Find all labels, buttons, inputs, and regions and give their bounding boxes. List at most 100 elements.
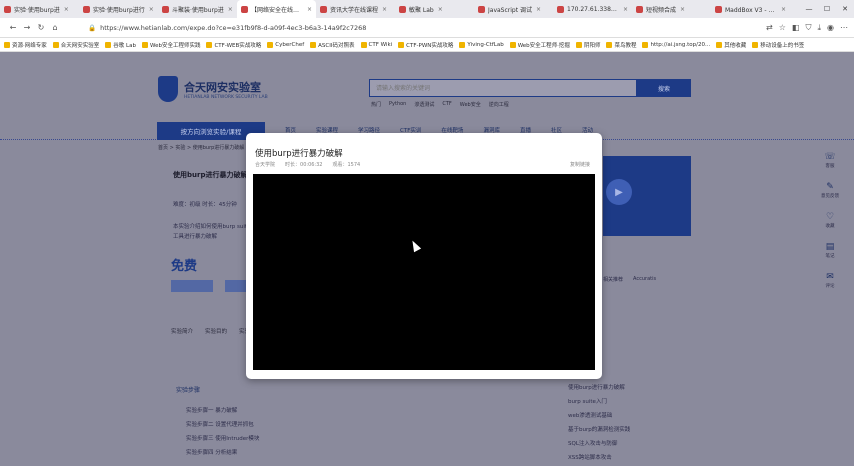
- profile-icon[interactable]: ◉: [827, 23, 834, 33]
- hot-keyword-link[interactable]: 热门: [371, 101, 381, 108]
- menu-icon[interactable]: ⋯: [840, 23, 848, 33]
- recommended-item[interactable]: SQL注入攻击与防御: [568, 437, 630, 451]
- maximize-icon[interactable]: ☐: [818, 5, 836, 13]
- tab-favicon-icon: [636, 5, 643, 13]
- tab-close-icon[interactable]: ×: [228, 6, 233, 13]
- bookmark-item[interactable]: ASCII码对照表: [310, 41, 355, 49]
- bookmark-item[interactable]: 阴阳师: [575, 41, 600, 49]
- browser-tab[interactable]: 斗聚装·使用burp进 ×: [158, 0, 237, 18]
- notes-icon: ▤: [825, 242, 835, 252]
- bookmark-item[interactable]: CTF Wiki: [360, 41, 392, 48]
- recommended-item[interactable]: burp suite入门: [568, 395, 630, 409]
- bookmark-label: 资源·网络专家: [12, 42, 47, 49]
- tab-close-icon[interactable]: ×: [623, 6, 628, 13]
- browser-tab[interactable]: 实验·使用burp进行 ×: [79, 0, 158, 18]
- bookmark-folder-icon: [459, 41, 466, 48]
- url-field[interactable]: 🔒 https://www.hetianlab.com/expe.do?ce=e…: [88, 21, 648, 35]
- bookmark-item[interactable]: 移动设备上的书签: [752, 41, 804, 49]
- content-tab[interactable]: 实验目的: [205, 327, 227, 335]
- home-icon[interactable]: ⌂: [48, 23, 62, 32]
- browser-tab[interactable]: 资讯大学在线课程 ×: [316, 0, 395, 18]
- bookmark-item[interactable]: 资源·网络专家: [4, 41, 47, 49]
- hot-keyword-link[interactable]: 渗透测试: [414, 101, 434, 108]
- browser-tab[interactable]: 170.27.61.3381800 ×: [553, 0, 632, 18]
- browser-tab[interactable]: 实验·使用burp进 ×: [0, 0, 79, 18]
- hot-keyword-link[interactable]: Python: [389, 101, 406, 108]
- play-icon[interactable]: ▶: [606, 179, 632, 205]
- side-tool-button[interactable]: ✎ 意见反馈: [818, 182, 842, 212]
- tab-close-icon[interactable]: ×: [149, 6, 154, 13]
- translate-icon[interactable]: ⇄: [766, 23, 773, 33]
- copy-link-button[interactable]: 复制链接: [570, 161, 590, 168]
- tab-close-icon[interactable]: ×: [536, 6, 541, 13]
- site-logo[interactable]: 合天网安实验室 HETIANLAB NETWORK SECURITY LAB: [158, 76, 268, 102]
- bookmark-item[interactable]: 谷歌 Lab: [105, 41, 136, 49]
- start-experiment-button[interactable]: [171, 280, 213, 292]
- side-tool-button[interactable]: ☏ 客服: [818, 152, 842, 182]
- side-toolbar: ☏ 客服 ✎ 意见反馈 ♡ 收藏 ▤ 笔记 ✉ 评论: [818, 152, 842, 302]
- tab-close-icon[interactable]: ×: [781, 6, 786, 13]
- side-tool-button[interactable]: ♡ 收藏: [818, 212, 842, 242]
- tab-favicon-icon: [241, 5, 248, 13]
- forward-icon[interactable]: →: [20, 23, 34, 32]
- outline-item[interactable]: 实验步骤四 分析结果: [186, 446, 259, 460]
- bookmark-folder-icon: [575, 41, 582, 48]
- bookmark-item[interactable]: CTF-PWN实战攻略: [398, 41, 453, 49]
- browser-tab[interactable]: JavaScript 调试 ×: [474, 0, 553, 18]
- browser-tab[interactable]: 敏聚 Lab ×: [395, 0, 474, 18]
- bookmark-item[interactable]: 合天网安实验室: [52, 41, 99, 49]
- related-link[interactable]: Accuratis: [633, 276, 656, 283]
- outline-item[interactable]: 实验步骤二 设置代理并抓包: [186, 418, 259, 432]
- video-modal: 使用burp进行暴力破解 合天学院 时长：00:06:32 观看：1574 复制链接: [246, 133, 602, 379]
- shield-extension-icon[interactable]: ⛉: [805, 23, 811, 33]
- related-link[interactable]: 相关推荐: [603, 276, 623, 283]
- experiment-info: 难度：初级 时长：45分钟: [173, 202, 237, 208]
- content-tab[interactable]: 实验简介: [171, 327, 193, 335]
- search-button[interactable]: 搜索: [637, 79, 691, 97]
- bookmark-item[interactable]: Web安全工程师实践: [141, 41, 200, 49]
- browser-tab[interactable]: MaddBox V3 - 下载 ×: [711, 0, 790, 18]
- hot-keyword-link[interactable]: CTF: [442, 101, 451, 108]
- bookmark-folder-icon: [398, 41, 405, 48]
- browser-tab[interactable]: 短视频合成 ×: [632, 0, 711, 18]
- recommended-item[interactable]: XSS跨站脚本攻击: [568, 451, 630, 465]
- bookmark-item[interactable]: http://ai.jsng.top/20...: [642, 41, 710, 48]
- video-player[interactable]: [253, 174, 595, 370]
- bookmark-folder-icon: [4, 41, 10, 48]
- tab-close-icon[interactable]: ×: [307, 6, 312, 13]
- side-tool-label: 笔记: [825, 254, 835, 259]
- outline-item[interactable]: 实验步骤三 使用Intruder模块: [186, 432, 259, 446]
- tab-label: 实验·使用burp进: [14, 6, 60, 14]
- download-icon[interactable]: ⤓: [817, 23, 821, 33]
- side-tool-button[interactable]: ▤ 笔记: [818, 242, 842, 272]
- tab-close-icon[interactable]: ×: [382, 6, 387, 13]
- bookmark-item[interactable]: Yiving-CtfLab: [459, 41, 504, 48]
- minimize-icon[interactable]: —: [800, 5, 818, 13]
- reload-icon[interactable]: ↻: [34, 23, 48, 32]
- recommended-item[interactable]: web渗透测试基础: [568, 409, 630, 423]
- hot-keyword-link[interactable]: 逆向工程: [489, 101, 509, 108]
- search-input[interactable]: [369, 79, 637, 97]
- bookmark-item[interactable]: 其他收藏: [716, 41, 746, 49]
- star-icon[interactable]: ☆: [779, 23, 786, 33]
- recommended-item[interactable]: 使用burp进行暴力破解: [568, 381, 630, 395]
- bookmark-item[interactable]: CyberChef: [267, 41, 304, 48]
- recommended-item[interactable]: 基于burp的漏洞检测实践: [568, 423, 630, 437]
- modal-title: 使用burp进行暴力破解: [255, 149, 343, 159]
- tab-label: 【网络安全在线课程: [251, 6, 303, 14]
- outline-item[interactable]: 实验步骤一 暴力破解: [186, 404, 259, 418]
- hot-keyword-link[interactable]: Web安全: [460, 101, 481, 108]
- side-tool-button[interactable]: ✉ 评论: [818, 272, 842, 302]
- side-tool-label: 收藏: [825, 224, 835, 229]
- tab-close-icon[interactable]: ×: [680, 6, 685, 13]
- bookmark-item[interactable]: 菜鸟教程: [606, 41, 636, 49]
- bookmark-item[interactable]: CTF-WEB实战攻略: [206, 41, 261, 49]
- browser-tab[interactable]: 【网络安全在线课程 ×: [237, 0, 316, 18]
- experiment-title: 使用burp进行暴力破解: [173, 171, 248, 179]
- tab-close-icon[interactable]: ×: [64, 6, 69, 13]
- tab-close-icon[interactable]: ×: [438, 6, 443, 13]
- back-icon[interactable]: ←: [6, 23, 20, 32]
- bookmark-item[interactable]: Web安全工程师·挖掘: [509, 41, 570, 49]
- extensions-icon[interactable]: ◧: [792, 23, 800, 33]
- close-icon[interactable]: ✕: [836, 5, 854, 13]
